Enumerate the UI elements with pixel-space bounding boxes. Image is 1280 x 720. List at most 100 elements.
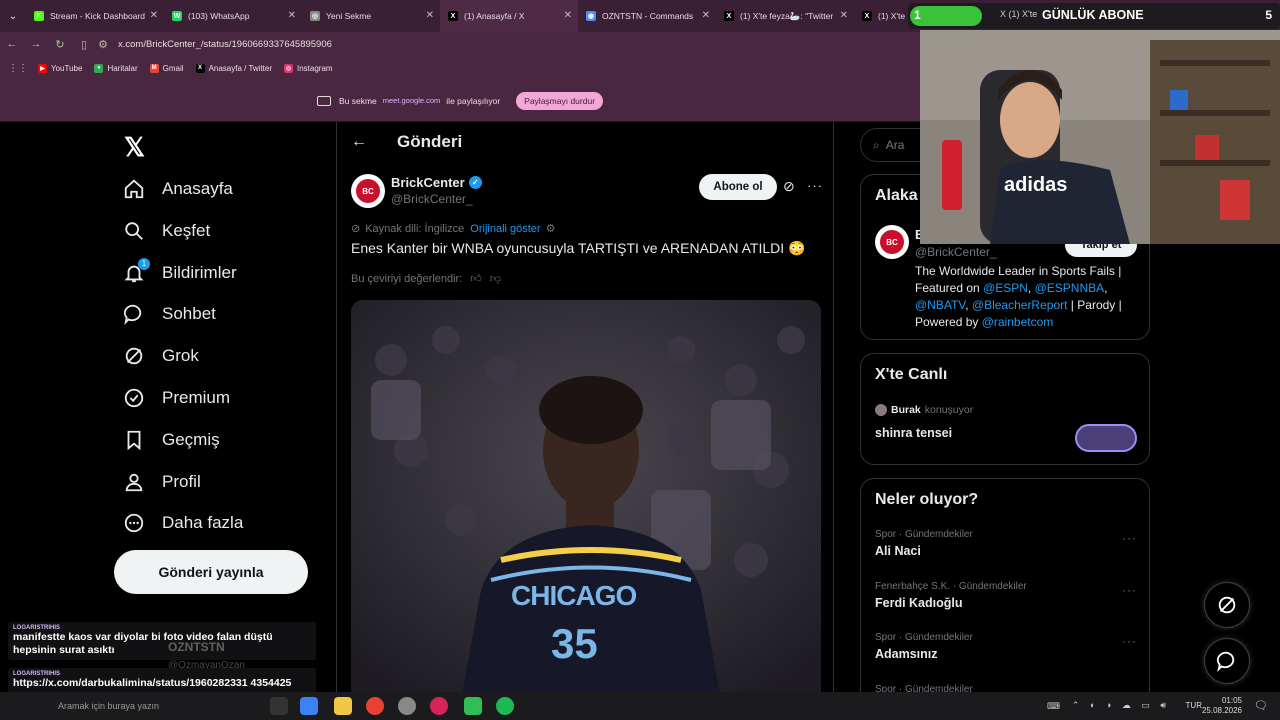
forward-nav-icon[interactable]: → <box>24 38 48 50</box>
browser-tab[interactable]: X (1) Anasayfa / X ✕ <box>440 0 578 32</box>
tab-close-icon[interactable]: ✕ <box>840 10 848 21</box>
browser-tab[interactable]: ◉ OZNTSTN - Commands ✕ <box>578 0 716 32</box>
apps-icon[interactable]: ⋮⋮ <box>8 63 28 74</box>
clock[interactable]: 01:05 25.08.2026 <box>1202 696 1242 716</box>
nav-label: Bildirimler <box>162 262 237 282</box>
left-nav: 𝕏 Anasayfa Keşfet 1 Bildirimler Sohbet Grok Pr… <box>0 122 336 692</box>
back-arrow-icon[interactable]: ← <box>337 133 381 151</box>
profile-card-handle[interactable]: @BrickCenter_ <box>915 245 997 259</box>
site-info-icon[interactable]: ⚙ <box>96 38 110 51</box>
trend-item[interactable]: Fenerbahçe S.K. · Gündemdekiler Ferdi Kad… <box>875 581 1137 610</box>
nav-item-daha-fazla[interactable]: Daha fazla <box>122 506 243 540</box>
nav-item-grok[interactable]: Grok <box>122 339 199 373</box>
bio-link-espn[interactable]: @ESPN <box>983 281 1028 295</box>
browser-tab[interactable]: K Stream - Kick Dashboard ✕ <box>26 0 164 32</box>
x-logo-icon[interactable]: 𝕏 <box>124 132 145 163</box>
thumbs-up-icon[interactable]: 👍︎ <box>470 272 482 285</box>
bio-link-nbatv[interactable]: @NBATV <box>915 298 965 312</box>
tab-favicon-icon: X <box>724 11 734 21</box>
tab-favicon-icon: X <box>448 11 458 21</box>
bio-link-bleacher[interactable]: @BleacherReport <box>972 298 1068 312</box>
taskbar-search[interactable]: Aramak için buraya yazın <box>40 696 260 716</box>
tab-label: (103) WhatsApp <box>188 11 250 21</box>
bookmark-item[interactable]: X Anasayfa / Twitter <box>195 63 272 73</box>
tray-icons[interactable]: ⌃ ◐ ◑ ☁ ▭ 🔊︎ <box>1072 700 1170 711</box>
app-icon[interactable] <box>398 697 416 715</box>
messages-fab-icon[interactable] <box>1204 638 1250 684</box>
language-indicator[interactable]: TUR <box>1186 701 1202 710</box>
bookmark-item[interactable]: ▶ YouTube <box>38 63 83 73</box>
task-view-icon[interactable] <box>270 697 288 715</box>
keyboard-icon[interactable]: ⌨ <box>1047 701 1060 712</box>
settings-icon[interactable]: ⚙ <box>546 222 556 235</box>
post-button[interactable]: Gönderi yayınla <box>114 550 308 594</box>
reload-icon[interactable]: ↻ <box>48 38 72 51</box>
webcam-frame <box>920 30 1280 244</box>
live-topic[interactable]: shinra tensei <box>875 426 952 440</box>
nav-item-bildirimler[interactable]: 1 Bildirimler <box>122 256 237 290</box>
browser-tab[interactable]: ◎ Yeni Sekme ✕ <box>302 0 440 32</box>
bio-sep: | <box>1070 298 1074 312</box>
nav-item-sohbet[interactable]: Sohbet <box>122 297 216 331</box>
tab-close-icon[interactable]: ✕ <box>564 10 572 21</box>
trend-more-icon[interactable]: ··· <box>1122 531 1137 545</box>
main-column: ← Gönderi BC BrickCenter ✓ @BrickCenter_… <box>336 122 834 692</box>
author-name[interactable]: BrickCenter ✓ <box>391 175 482 190</box>
spotify-icon[interactable] <box>496 697 514 715</box>
file-explorer-icon[interactable] <box>334 697 352 715</box>
messages-fab-glyph <box>1216 651 1235 672</box>
thumbs-down-icon[interactable]: 👎︎ <box>490 272 501 285</box>
obs-icon[interactable] <box>430 697 448 715</box>
edge-icon[interactable] <box>300 697 318 715</box>
tab-close-icon[interactable]: ✕ <box>702 10 710 21</box>
nav-item-premium[interactable]: Premium <box>122 381 230 415</box>
taskbar: Aramak için buraya yazın ⌨ ⌃ ◐ ◑ ☁ ▭ 🔊︎ … <box>0 692 1280 720</box>
stop-sharing-button[interactable]: Paylaşmayı durdur <box>516 91 604 110</box>
bookmark-item[interactable]: M Gmail <box>149 63 184 73</box>
chrome-icon[interactable] <box>366 697 384 715</box>
trend-more-icon[interactable]: ··· <box>1122 583 1137 597</box>
kick-icon[interactable] <box>464 697 482 715</box>
show-original-link[interactable]: Orijinali göster <box>470 223 540 235</box>
more-options-icon[interactable]: ··· <box>807 178 823 193</box>
notifications-icon[interactable]: 🗨︎ <box>1254 699 1268 712</box>
tweet-video[interactable]: CHICAGO 35 <box>351 300 821 692</box>
bookmark-item[interactable]: ● Haritalar <box>94 63 138 73</box>
nav-item-profil[interactable]: Profil <box>122 465 201 499</box>
bio-link-espnnba[interactable]: @ESPNNBA <box>1035 281 1105 295</box>
bio-link-rainbet[interactable]: @rainbetcom <box>982 315 1054 329</box>
tab-close-icon[interactable]: ✕ <box>150 10 158 21</box>
chat-text: manifestte kaos var diyolar bi foto vide… <box>13 631 273 656</box>
bookmark-item[interactable]: ◎ Instagram <box>284 63 333 73</box>
address-bar: ← → ↻ ▯ ⚙ x.com/BrickCenter_/status/1960… <box>0 32 920 56</box>
grok-fab-icon[interactable] <box>1204 582 1250 628</box>
tab-favicon-icon: W <box>172 11 182 21</box>
host-avatar <box>875 404 887 416</box>
nav-item-keşfet[interactable]: Keşfet <box>122 214 210 248</box>
tab-close-icon[interactable]: ✕ <box>426 10 434 21</box>
tab-search-button[interactable]: ⌄ <box>0 0 26 32</box>
avatar[interactable]: BC <box>351 174 385 208</box>
tab-label: (1) X'te I <box>878 11 910 21</box>
ghost-name: OZNTSTN <box>168 640 225 654</box>
browser-tab[interactable]: X (1) X'te feyza🦢: "Twitter ✕ <box>716 0 854 32</box>
url-input[interactable]: x.com/BrickCenter_/status/19606693376458… <box>118 39 332 50</box>
back-nav-icon[interactable]: ← <box>0 38 24 50</box>
split-view-icon[interactable]: ▯ <box>72 38 96 51</box>
author-handle[interactable]: @BrickCenter_ <box>391 192 473 206</box>
nav-item-geçmiş[interactable]: Geçmiş <box>122 423 220 457</box>
live-host[interactable]: Burak konuşuyor <box>875 404 973 416</box>
profile-card-avatar[interactable]: BC <box>875 225 909 259</box>
trend-item[interactable]: Spor · Gündemdekiler Adamsınız ··· <box>875 632 1137 661</box>
grok-icon[interactable]: ⊘ <box>783 178 795 195</box>
nav-item-anasayfa[interactable]: Anasayfa <box>122 172 233 206</box>
subscribe-button[interactable]: Abone ol <box>699 174 777 200</box>
browser-tab[interactable]: W (103) WhatsApp ✕ <box>164 0 302 32</box>
trend-item[interactable]: Spor · Gündemdekiler Ali Naci ··· <box>875 529 1137 558</box>
trend-more-icon[interactable]: ··· <box>1122 634 1137 648</box>
live-listeners-icon[interactable] <box>1075 424 1137 452</box>
bookmark-label: YouTube <box>51 63 83 73</box>
tab-close-icon[interactable]: ✕ <box>288 10 296 21</box>
profile-card-title: Alaka <box>875 187 918 204</box>
share-domain: meet.google.com <box>382 96 441 105</box>
